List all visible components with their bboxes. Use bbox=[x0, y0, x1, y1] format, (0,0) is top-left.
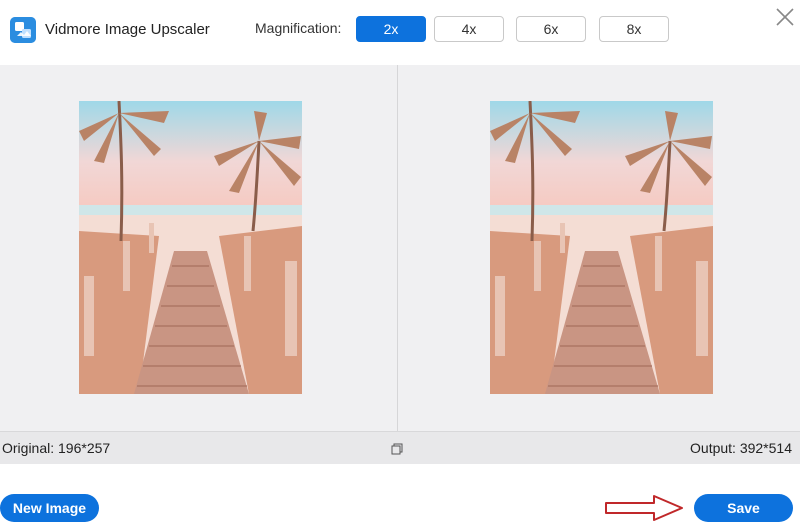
output-size-text: Output: 392*514 bbox=[690, 440, 792, 456]
output-image bbox=[490, 101, 713, 394]
info-bar: Original: 196*257 Output: 392*514 bbox=[0, 431, 800, 464]
magnification-6x-button[interactable]: 6x bbox=[516, 16, 586, 42]
app-title: Vidmore Image Upscaler bbox=[45, 21, 210, 38]
panel-divider bbox=[397, 65, 398, 431]
vidmore-logo-icon bbox=[10, 17, 36, 43]
arrow-right-icon bbox=[604, 493, 684, 523]
original-image bbox=[79, 101, 302, 394]
header-bar: Vidmore Image Upscaler Magnification: 2x… bbox=[0, 0, 800, 62]
magnification-2x-button[interactable]: 2x bbox=[356, 16, 426, 42]
new-image-button[interactable]: New Image bbox=[0, 494, 99, 522]
magnification-label: Magnification: bbox=[255, 20, 342, 36]
preview-area bbox=[0, 65, 800, 431]
upscaler-window: Vidmore Image Upscaler Magnification: 2x… bbox=[0, 0, 800, 530]
compare-icon[interactable] bbox=[391, 442, 403, 455]
magnification-4x-button[interactable]: 4x bbox=[434, 16, 504, 42]
close-icon[interactable] bbox=[774, 6, 796, 28]
original-size-text: Original: 196*257 bbox=[2, 440, 111, 456]
save-button[interactable]: Save bbox=[694, 494, 793, 522]
magnification-8x-button[interactable]: 8x bbox=[599, 16, 669, 42]
